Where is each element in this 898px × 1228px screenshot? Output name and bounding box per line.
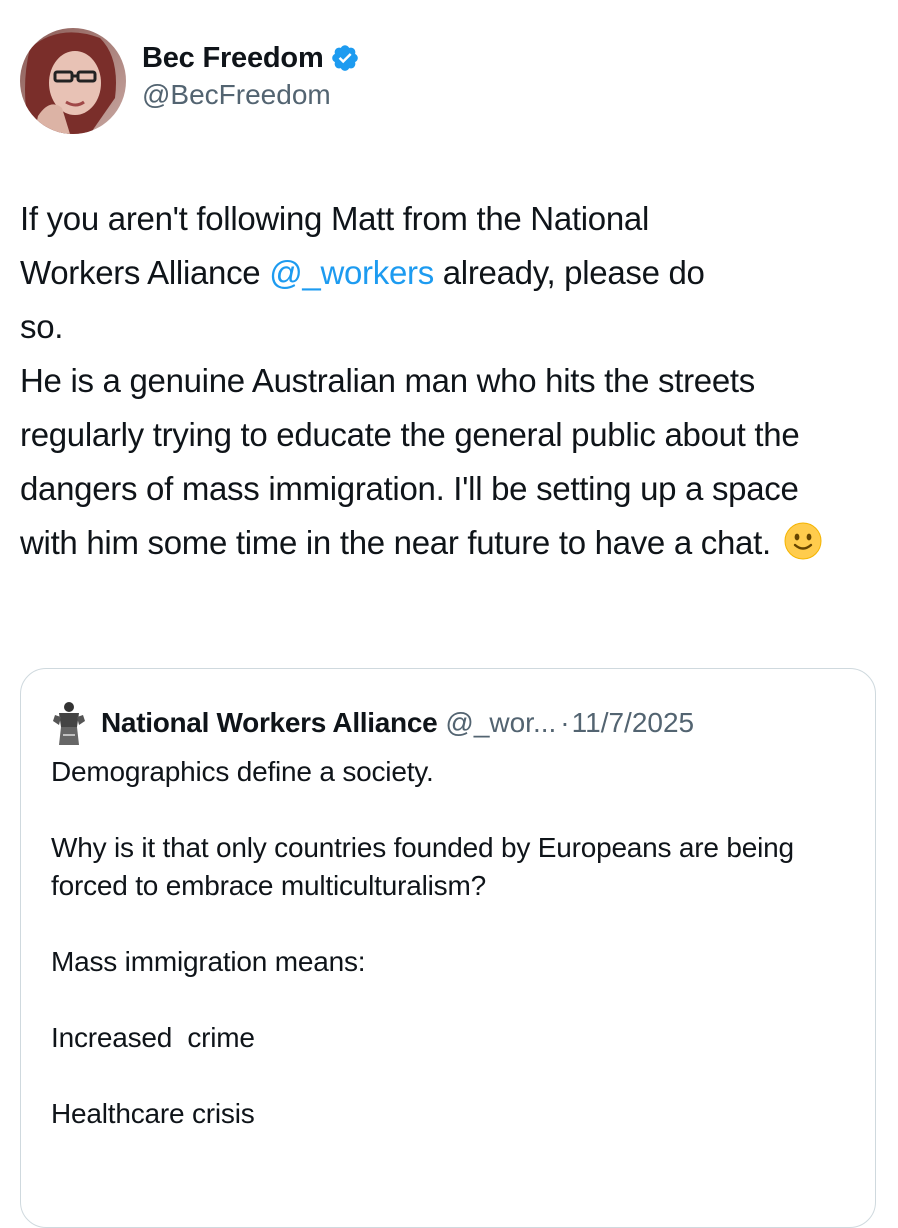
- quoted-author-name[interactable]: National Workers Alliance: [101, 707, 438, 739]
- tweet-line-2-prefix: Workers Alliance: [20, 254, 270, 291]
- quoted-paragraph: Mass immigration means:: [51, 946, 366, 977]
- quoted-tweet[interactable]: National Workers Alliance @_wor... · 11/…: [20, 668, 876, 1228]
- quoted-tweet-text: Demographics define a society. Why is it…: [51, 753, 851, 1171]
- quoted-paragraph: Healthcare crisis: [51, 1098, 255, 1129]
- tweet-text: If you aren't following Matt from the Na…: [20, 192, 860, 570]
- tweet-para-2-text: He is a genuine Australian man who hits …: [20, 362, 800, 561]
- quoted-author-avatar[interactable]: [49, 699, 89, 747]
- verified-badge-icon: [330, 43, 360, 73]
- tweet-paragraph-2: He is a genuine Australian man who hits …: [20, 354, 860, 570]
- author-display-name[interactable]: Bec Freedom: [142, 42, 324, 75]
- quoted-paragraph: Increased crime: [51, 1022, 255, 1053]
- quoted-tweet-header: National Workers Alliance @_wor... · 11/…: [49, 699, 694, 747]
- tweet-header: Bec Freedom @BecFreedom: [20, 28, 360, 134]
- author-names: Bec Freedom @BecFreedom: [142, 39, 360, 111]
- author-handle[interactable]: @BecFreedom: [142, 79, 360, 111]
- mention-link[interactable]: @_workers: [269, 254, 434, 291]
- tweet-line-3: so.: [20, 308, 64, 345]
- author-avatar[interactable]: [20, 28, 126, 134]
- quoted-paragraph: Why is it that only countries founded by…: [51, 832, 802, 901]
- quoted-author-handle[interactable]: @_wor...: [445, 707, 556, 739]
- slightly-smiling-face-icon: [784, 522, 822, 560]
- tweet-line-2-suffix: already, please do: [433, 254, 705, 291]
- quoted-paragraph: Demographics define a society.: [51, 756, 434, 787]
- quoted-date[interactable]: 11/7/2025: [572, 707, 695, 739]
- tweet-line-1: If you aren't following Matt from the Na…: [20, 200, 649, 237]
- quoted-separator: ·: [560, 707, 570, 738]
- tweet-paragraph-1: If you aren't following Matt from the Na…: [20, 192, 860, 354]
